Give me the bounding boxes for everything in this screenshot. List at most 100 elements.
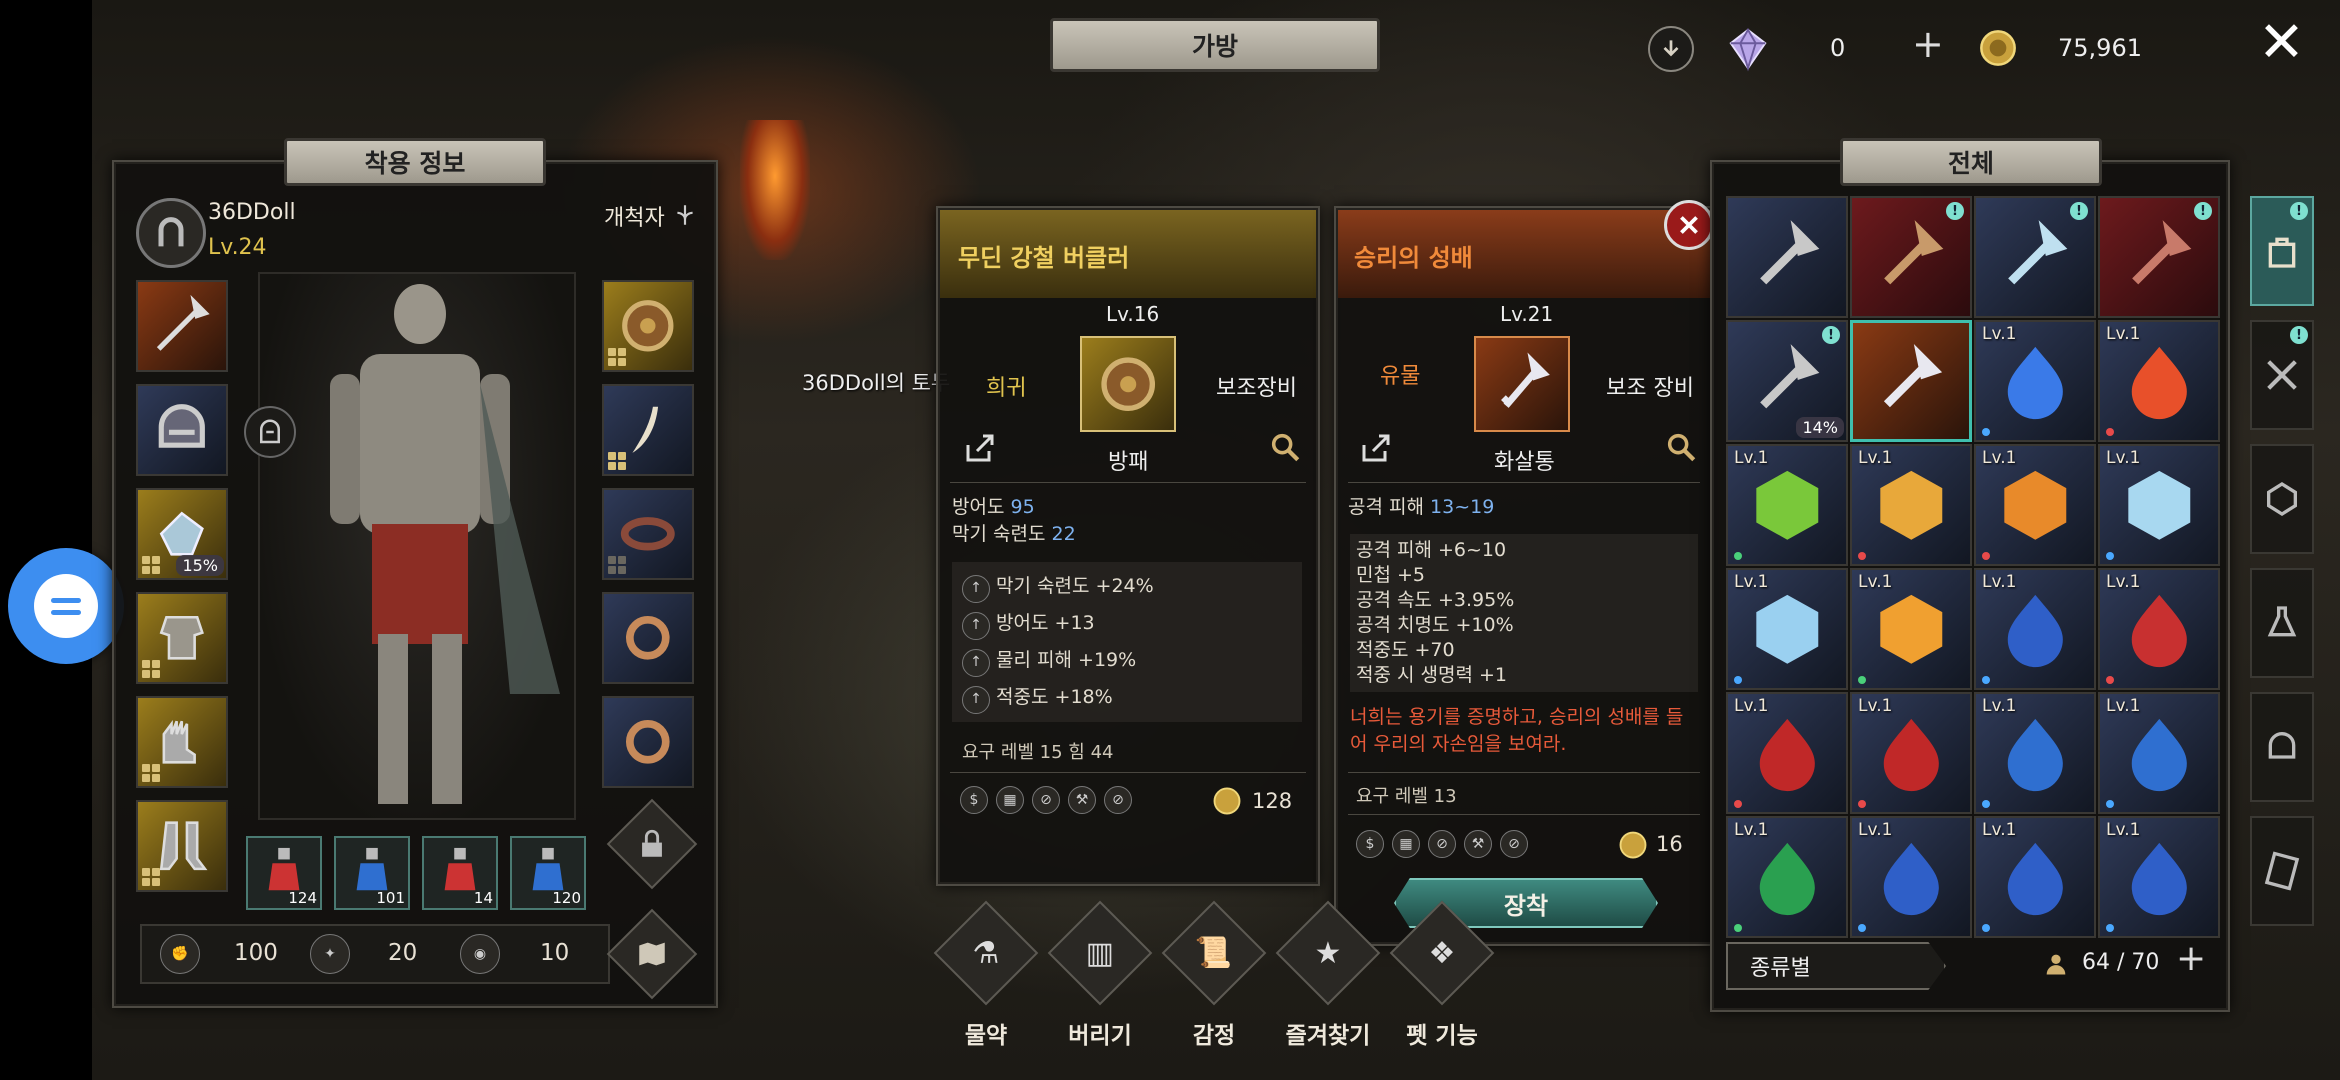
hexagon-gem-icon bbox=[2267, 482, 2297, 516]
action-label: 물약 bbox=[964, 1023, 1008, 1049]
inventory-slot[interactable]: ! bbox=[1850, 196, 1972, 318]
share-icon[interactable] bbox=[962, 430, 998, 466]
blue-drop-gem-icon bbox=[2007, 594, 2063, 667]
download-button[interactable] bbox=[1648, 26, 1694, 72]
equip-slot-offhand[interactable] bbox=[602, 280, 694, 372]
base-stats: 방어도 95 막기 숙련도 22 bbox=[952, 494, 1076, 548]
inventory-slot[interactable]: Lv.1 bbox=[1726, 816, 1848, 938]
potion-slot[interactable]: 101 bbox=[334, 836, 410, 910]
inventory-slot[interactable]: Lv.1 bbox=[1726, 568, 1848, 690]
expand-inventory-button[interactable]: + bbox=[2176, 938, 2206, 979]
action-pet[interactable]: ❖ 펫 기능 bbox=[1387, 900, 1497, 1050]
tab-equipment[interactable]: ! bbox=[2250, 320, 2314, 430]
inventory-slot[interactable]: Lv.1 bbox=[1974, 444, 2096, 566]
sort-dropdown[interactable]: 종류별 bbox=[1726, 942, 1946, 990]
star-icon: ★ bbox=[1275, 900, 1381, 1006]
potion-slot[interactable]: 124 bbox=[246, 836, 322, 910]
tab-gems[interactable] bbox=[2250, 444, 2314, 554]
stat-value: 20 bbox=[388, 940, 418, 966]
gold-count: 75,961 bbox=[2058, 34, 2142, 62]
action-potion[interactable]: ⚗ 물약 bbox=[931, 900, 1041, 1050]
new-indicator: ! bbox=[1946, 202, 1964, 220]
tab-misc[interactable] bbox=[2250, 816, 2314, 926]
equip-slot-boots[interactable] bbox=[136, 800, 228, 892]
bag-icon bbox=[2268, 237, 2296, 268]
inventory-slot[interactable]: Lv.1 bbox=[1726, 692, 1848, 814]
equip-slot-weapon[interactable] bbox=[136, 280, 228, 372]
equip-slot-shoulder[interactable]: 15% bbox=[136, 488, 228, 580]
inventory-slot[interactable]: Lv.1 bbox=[1726, 444, 1848, 566]
stat-value: 100 bbox=[234, 940, 278, 966]
option-line: 적중 시 생명력 +1 bbox=[1356, 664, 1508, 686]
inventory-title: 전체 bbox=[1840, 138, 2102, 186]
base-stat: 공격 피해 13~19 bbox=[1348, 496, 1495, 518]
option-line: ↑ 방어도 +13 bbox=[962, 605, 1292, 642]
close-tooltip-button[interactable] bbox=[1664, 200, 1714, 250]
snowflake-gem-icon bbox=[2131, 842, 2187, 915]
floating-chat-button[interactable] bbox=[8, 548, 124, 664]
inventory-slot[interactable]: Lv.1 bbox=[1850, 816, 1972, 938]
add-gem-button[interactable]: + bbox=[1912, 22, 1944, 66]
item-requirement: 요구 레벨 15 힘 44 bbox=[962, 742, 1114, 763]
inventory-slot[interactable]: Lv.1 bbox=[2098, 444, 2220, 566]
new-indicator: ! bbox=[2290, 326, 2308, 344]
padlock-icon bbox=[642, 829, 662, 857]
blue-dots-gem-icon bbox=[1883, 842, 1939, 915]
inventory-slot[interactable]: ! 14% bbox=[1726, 320, 1848, 442]
inventory-slot[interactable]: Lv.1 bbox=[1974, 816, 2096, 938]
inventory-slot[interactable]: Lv.1 bbox=[2098, 692, 2220, 814]
inventory-slot[interactable]: Lv.1 bbox=[1850, 568, 1972, 690]
green-dice-gem-icon bbox=[1759, 842, 1815, 915]
action-appraise[interactable]: 📜 감정 bbox=[1159, 900, 1269, 1050]
inventory-slot[interactable] bbox=[1850, 320, 1972, 442]
potion-slot[interactable]: 120 bbox=[510, 836, 586, 910]
grade-dot bbox=[1734, 552, 1742, 560]
action-favorite[interactable]: ★ 즐겨찾기 bbox=[1273, 900, 1383, 1050]
helmet-toggle-button[interactable] bbox=[244, 406, 296, 458]
grade-dot bbox=[1858, 552, 1866, 560]
share-icon[interactable] bbox=[1358, 430, 1394, 466]
inventory-slot[interactable] bbox=[1726, 196, 1848, 318]
ice-comet-hex-icon bbox=[1756, 594, 1818, 664]
inventory-slot[interactable]: ! bbox=[1974, 196, 2096, 318]
sell-icon: $ bbox=[960, 786, 988, 814]
inventory-slot[interactable]: Lv.1 bbox=[2098, 816, 2220, 938]
inventory-slot[interactable]: Lv.1 bbox=[1974, 568, 2096, 690]
equip-slot-gloves[interactable] bbox=[136, 696, 228, 788]
tab-materials[interactable] bbox=[2250, 692, 2314, 802]
magnifier-icon[interactable] bbox=[1268, 430, 1302, 464]
new-indicator: ! bbox=[2290, 202, 2308, 220]
inventory-slot[interactable]: Lv.1 bbox=[1850, 692, 1972, 814]
new-indicator: ! bbox=[2070, 202, 2088, 220]
inventory-slot[interactable]: Lv.1 bbox=[1974, 320, 2096, 442]
hammer-icon bbox=[1883, 219, 1944, 285]
paw-icon: ❖ bbox=[1389, 900, 1495, 1006]
inventory-slot[interactable]: Lv.1 bbox=[2098, 568, 2220, 690]
close-button[interactable]: ✕ bbox=[2258, 10, 2305, 75]
grade-dot bbox=[1734, 924, 1742, 932]
grade-dot bbox=[1858, 800, 1866, 808]
item-icon bbox=[1474, 336, 1570, 432]
action-discard[interactable]: ▥ 버리기 bbox=[1045, 900, 1155, 1050]
gem-icon bbox=[1729, 27, 1767, 72]
tab-all-items[interactable]: ! bbox=[2250, 196, 2314, 306]
item-level-label: Lv.1 bbox=[1734, 572, 1769, 592]
inventory-slot[interactable]: Lv.1 bbox=[1974, 692, 2096, 814]
equip-slot-chest[interactable] bbox=[136, 592, 228, 684]
equip-slot-helmet[interactable] bbox=[136, 384, 228, 476]
equip-slot-bracelet[interactable] bbox=[602, 488, 694, 580]
inventory-slot[interactable]: Lv.1 bbox=[1850, 444, 1972, 566]
inventory-slot[interactable]: Lv.1 bbox=[2098, 320, 2220, 442]
equip-slot-necklace[interactable] bbox=[602, 384, 694, 476]
quiver-icon bbox=[1884, 344, 1943, 408]
gold-coin-icon bbox=[1980, 30, 2016, 66]
item-level-label: Lv.1 bbox=[1734, 820, 1769, 840]
inventory-slot[interactable]: ! bbox=[2098, 196, 2220, 318]
magnifier-icon[interactable] bbox=[1664, 430, 1698, 464]
equip-slot-ring-2[interactable] bbox=[602, 696, 694, 788]
tab-consumables[interactable] bbox=[2250, 568, 2314, 678]
potion-slot[interactable]: 14 bbox=[422, 836, 498, 910]
equip-slot-ring-1[interactable] bbox=[602, 592, 694, 684]
game-scene: 가방 0 + 75,961 ✕ 착용 정보 36DDoll Lv.24 개척자 bbox=[0, 0, 2340, 1080]
divider bbox=[950, 772, 1306, 773]
